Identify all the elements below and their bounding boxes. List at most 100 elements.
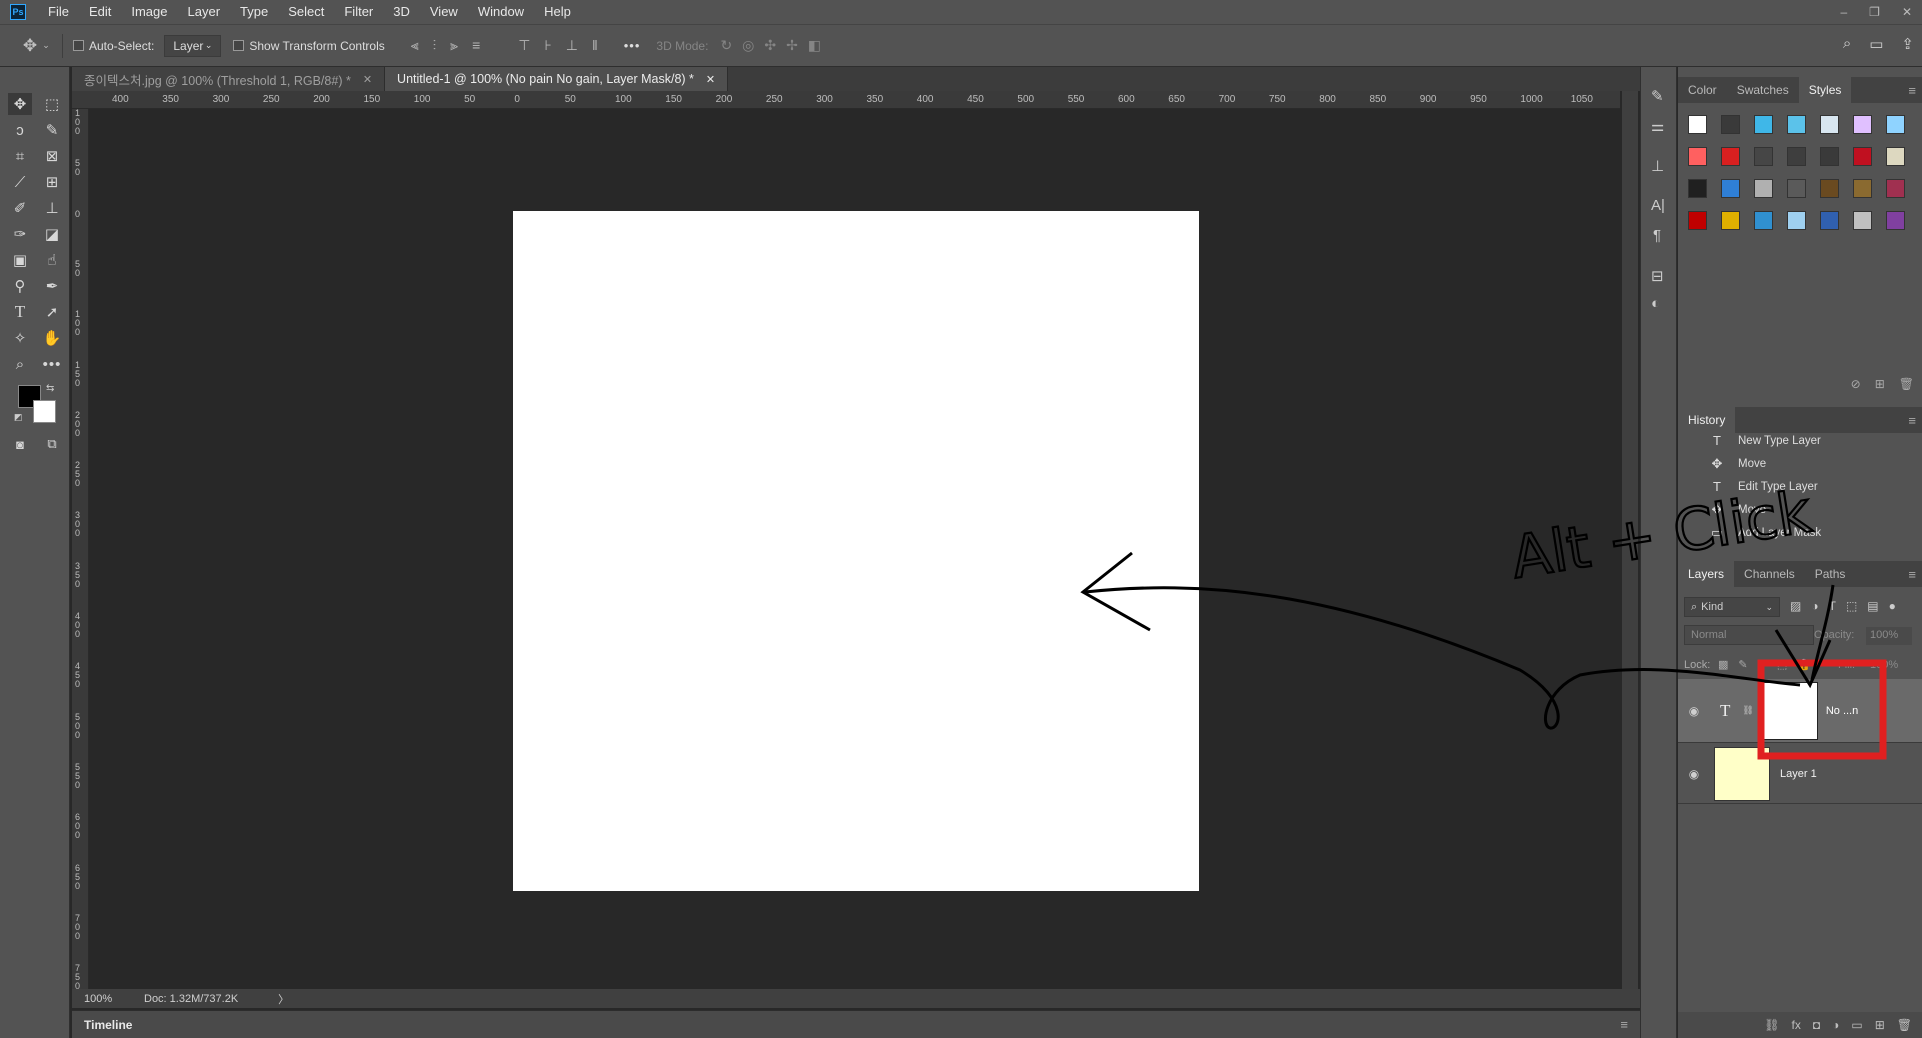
style-swatch[interactable] (1853, 115, 1872, 134)
shape-tool-icon[interactable]: ✧ (8, 327, 32, 349)
menu-type[interactable]: Type (230, 0, 278, 24)
panel-menu-icon[interactable]: ≡ (1620, 1017, 1628, 1032)
smart-object-filter-icon[interactable]: ▤ (1867, 599, 1878, 613)
3d-roll-icon[interactable]: ◎ (742, 37, 754, 54)
3d-scale-icon[interactable]: ◧ (808, 37, 821, 54)
style-swatch[interactable] (1787, 211, 1806, 230)
tab-untitled-1[interactable]: Untitled-1 @ 100% (No pain No gain, Laye… (385, 67, 729, 91)
history-item[interactable]: ▭ Add Layer Mask (1678, 521, 1922, 544)
menu-file[interactable]: File (38, 0, 79, 24)
chevron-down-icon[interactable]: ⌄ (40, 40, 52, 51)
style-swatch[interactable] (1886, 179, 1905, 198)
layer-name[interactable]: Layer 1 (1780, 768, 1817, 780)
lock-transparent-icon[interactable]: ▩ (1718, 658, 1728, 671)
style-swatch[interactable] (1787, 179, 1806, 198)
lock-all-icon[interactable]: 🔒 (1797, 658, 1811, 671)
path-select-tool-icon[interactable]: ➚ (40, 301, 64, 323)
eyedropper-tool-icon[interactable]: ⟋ (8, 171, 32, 193)
screen-mode-icon[interactable]: ⧉ (40, 433, 64, 455)
menu-select[interactable]: Select (278, 0, 334, 24)
history-item[interactable]: ✥ Move (1678, 452, 1922, 475)
quick-mask-icon[interactable]: ◙ (8, 433, 32, 455)
paragraph-icon[interactable]: ¶ (1653, 227, 1661, 244)
history-brush-tool-icon[interactable]: ✑ (8, 223, 32, 245)
menu-image[interactable]: Image (121, 0, 177, 24)
style-swatch[interactable] (1688, 115, 1707, 134)
delete-style-icon[interactable]: 🗑 (1899, 377, 1914, 397)
tab-layers[interactable]: Layers (1678, 561, 1735, 587)
style-swatch[interactable] (1886, 147, 1905, 166)
move-tool-preset-icon[interactable]: ✥ (20, 36, 40, 56)
style-swatch[interactable] (1754, 115, 1773, 134)
distribute-vertical-icon[interactable]: ‖ (592, 37, 598, 54)
minimize-button[interactable]: – (1840, 5, 1847, 19)
style-swatch[interactable] (1787, 115, 1806, 134)
adjustment-filter-icon[interactable]: ◑ (1811, 599, 1818, 613)
style-swatch[interactable] (1787, 147, 1806, 166)
auto-select-dropdown[interactable]: Layer ⌄ (164, 34, 222, 57)
align-top-icon[interactable]: ⊤ (518, 37, 530, 54)
status-menu-arrow[interactable]: 〉 (278, 991, 289, 1007)
style-swatch[interactable] (1688, 147, 1707, 166)
quick-select-tool-icon[interactable]: ✎ (40, 119, 64, 141)
workspace-icon[interactable]: ▭ (1869, 35, 1883, 53)
adjustment-layer-icon[interactable]: ◑ (1832, 1018, 1839, 1032)
style-swatch[interactable] (1853, 179, 1872, 198)
clear-style-icon[interactable]: ⊘ (1851, 377, 1861, 397)
menu-edit[interactable]: Edit (79, 0, 121, 24)
hand-tool-icon[interactable]: ✋ (40, 327, 64, 349)
move-tool-icon[interactable]: ✥ (8, 93, 32, 115)
new-group-icon[interactable]: ▭ (1851, 1018, 1862, 1032)
timeline-title[interactable]: Timeline (84, 1018, 132, 1032)
brush-settings-icon[interactable]: ✎ (1651, 87, 1664, 105)
tab-styles[interactable]: Styles (1798, 77, 1852, 103)
clone-source-icon[interactable]: ⊥ (1651, 157, 1664, 175)
style-swatch[interactable] (1853, 211, 1872, 230)
frame-tool-icon[interactable]: ⊠ (40, 145, 64, 167)
more-options-button[interactable]: ••• (624, 38, 641, 53)
history-item[interactable]: T Edit Type Layer (1678, 475, 1922, 498)
background-color-swatch[interactable] (33, 400, 56, 423)
pixel-filter-icon[interactable]: ▨ (1790, 599, 1801, 613)
brush-tool-icon[interactable]: ✐ (8, 197, 32, 219)
distribute-horizontal-icon[interactable]: ≡ (472, 37, 480, 54)
link-icon[interactable]: ⛓ (1742, 705, 1753, 716)
panel-menu-icon[interactable]: ≡ (1908, 413, 1916, 428)
type-filter-icon[interactable]: T (1829, 599, 1836, 613)
smudge-tool-icon[interactable]: ☝ (40, 249, 64, 271)
style-swatch[interactable] (1688, 179, 1707, 198)
add-mask-icon[interactable]: ◘ (1813, 1018, 1820, 1032)
style-swatch[interactable] (1820, 179, 1839, 198)
tab-paths[interactable]: Paths (1805, 561, 1856, 587)
close-icon[interactable]: ✕ (363, 73, 372, 86)
3d-pan-icon[interactable]: ✣ (764, 37, 776, 54)
properties-icon[interactable]: ⊟ (1651, 267, 1664, 285)
tab-swatches[interactable]: Swatches (1727, 77, 1799, 103)
type-tool-icon[interactable]: T (8, 301, 32, 323)
align-bottom-icon[interactable]: ⊥ (566, 37, 578, 54)
style-swatch[interactable] (1886, 211, 1905, 230)
share-icon[interactable]: ⇪ (1901, 35, 1914, 53)
crop-tool-icon[interactable]: ⌗ (8, 145, 32, 167)
tab-history[interactable]: History (1678, 407, 1736, 433)
layer-row-text[interactable]: ◉ T ⛓ No ...n (1678, 679, 1922, 743)
vertical-scrollbar[interactable] (1622, 91, 1638, 989)
new-style-icon[interactable]: ⊞ (1875, 377, 1885, 397)
default-colors-icon[interactable]: ◩ (14, 412, 23, 423)
style-swatch[interactable] (1754, 179, 1773, 198)
eye-icon[interactable]: ◉ (1684, 767, 1704, 781)
lasso-tool-icon[interactable]: ↄ (8, 119, 32, 141)
layer-name[interactable]: No ...n (1826, 705, 1858, 717)
stamp-tool-icon[interactable]: ⊥ (40, 197, 64, 219)
style-swatch[interactable] (1820, 147, 1839, 166)
search-icon[interactable]: ⌕ (1843, 35, 1851, 53)
color-wheel-icon[interactable]: ◐ (1651, 295, 1660, 312)
history-item[interactable]: ✥ Move (1678, 498, 1922, 521)
style-swatch[interactable] (1886, 115, 1905, 134)
3d-slide-icon[interactable]: ✢ (786, 37, 798, 54)
opacity-field[interactable]: 100% (1866, 627, 1912, 645)
menu-filter[interactable]: Filter (334, 0, 383, 24)
shape-filter-icon[interactable]: ⬚ (1846, 599, 1857, 613)
filter-toggle-icon[interactable]: ● (1889, 599, 1896, 613)
menu-3d[interactable]: 3D (383, 0, 420, 24)
